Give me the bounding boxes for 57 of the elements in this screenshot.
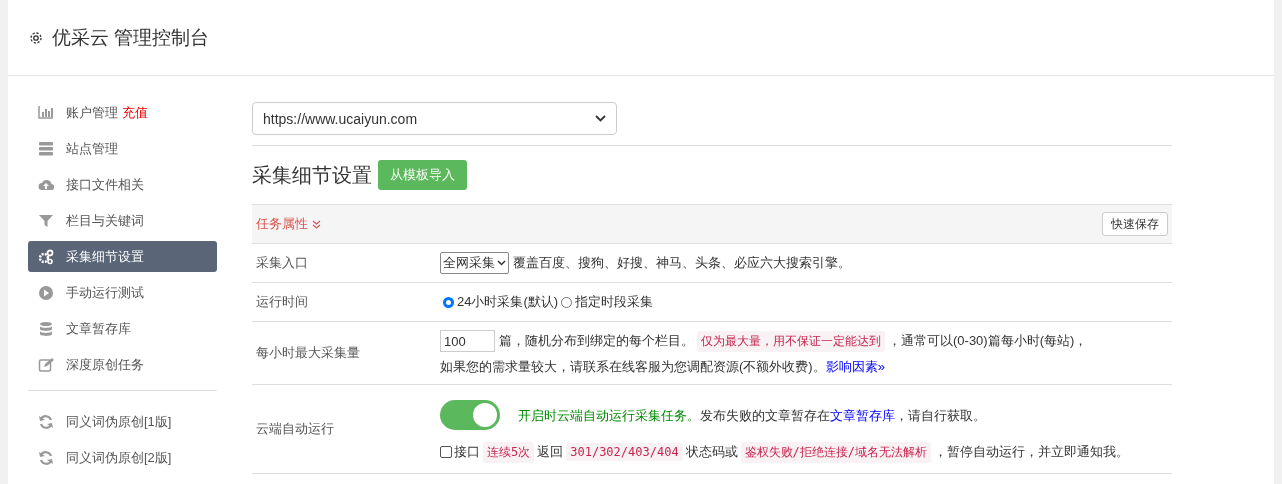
description-text: ，请自行获取。 — [895, 406, 986, 425]
save-button[interactable]: 快速保存 — [1102, 212, 1168, 236]
sidebar-item[interactable]: 采集细节设置 — [28, 241, 217, 272]
sidebar-item[interactable]: 栏目与关键词 — [28, 205, 217, 236]
radio-label: 24小时采集(默认) — [457, 293, 559, 311]
database-icon — [38, 320, 54, 337]
refresh-icon — [38, 413, 54, 430]
radio-button[interactable] — [443, 296, 454, 308]
radio-button[interactable] — [561, 296, 573, 308]
code-tag: 鉴权失败/拒绝连接/域名无法解析 — [740, 441, 932, 463]
gears-icon — [38, 248, 54, 265]
description-text: ，暂停自动运行，并立即通知我。 — [934, 443, 1130, 461]
sidebar-item[interactable]: 接口文件相关 — [28, 169, 217, 200]
link[interactable]: 文章暂存库 — [830, 406, 895, 425]
refresh-icon — [38, 449, 54, 466]
bar-chart-icon — [38, 104, 54, 121]
source-select[interactable]: 全网采集 — [440, 252, 509, 274]
code-tag: 连续5次 — [483, 441, 535, 463]
server-icon — [38, 140, 54, 157]
number-field[interactable]: 100 — [440, 330, 495, 352]
description-text: 开启时云端自动运行采集任务。 — [518, 406, 700, 425]
section-title: 采集细节设置 — [252, 162, 372, 188]
description-text: 接口 — [454, 443, 480, 461]
field-label: 云端自动运行 — [255, 420, 335, 438]
sidebar-item[interactable]: 账户管理 充值 — [28, 97, 217, 128]
description-text: 篇，随机分布到绑定的每个栏目。 — [499, 332, 694, 350]
description-text: 如果您的需求量较大，请联系在线客服为您调配资源(不额外收费)。 — [440, 358, 826, 376]
caret-icon — [497, 260, 506, 266]
field-label: 每小时最大采集量 — [255, 344, 361, 362]
settings-icon — [28, 29, 44, 46]
link[interactable]: 影响因素» — [825, 358, 885, 376]
site-select[interactable]: https://www.ucaiyun.com — [252, 102, 617, 135]
sidebar-item[interactable]: 文章暂存库 — [28, 313, 217, 344]
sidebar-item[interactable]: 同义词伪原创[2版] — [28, 442, 217, 473]
code-tag: 仅为最大量，用不保证一定能达到 — [697, 330, 885, 352]
caret-icon — [595, 115, 606, 122]
description-text: 返回 — [537, 443, 564, 461]
edit-icon — [38, 356, 54, 373]
sidebar-item[interactable]: 同义词伪原创[1版] — [28, 406, 217, 437]
play-icon — [38, 284, 54, 301]
description-text: 覆盖百度、搜狗、好搜、神马、头条、必应六大搜索引擎。 — [513, 254, 851, 272]
radio-label: 指定时段采集 — [575, 293, 654, 311]
chevron-down-icon — [312, 219, 321, 229]
code-tag: 301/302/403/404 — [566, 443, 683, 461]
description-text: 状态码或 — [685, 443, 738, 461]
description-text: 发布失败的文章暂存在 — [700, 406, 830, 425]
sidebar-item[interactable]: 手动运行测试 — [28, 277, 217, 308]
field-label: 运行时间 — [255, 293, 309, 311]
checkbox[interactable] — [440, 446, 452, 458]
sidebar-item[interactable]: 站点管理 — [28, 133, 217, 164]
field-label: 采集入口 — [255, 254, 309, 272]
panel-title[interactable]: 任务属性 — [256, 215, 321, 233]
filter-icon — [38, 212, 54, 229]
description-text: ，通常可以(0-30)篇每小时(每站)， — [888, 332, 1088, 350]
console-title: 优采云 管理控制台 — [52, 25, 210, 50]
sidebar-item[interactable]: 深度原创任务 — [28, 349, 217, 380]
toggle-switch[interactable] — [440, 399, 500, 430]
